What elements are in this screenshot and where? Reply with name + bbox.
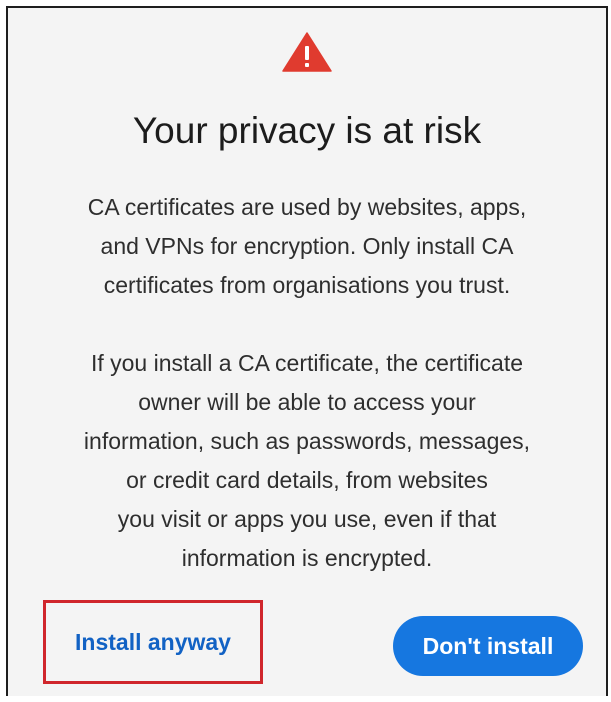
paragraph-line: CA certificates are used by websites, ap… <box>87 194 527 220</box>
install-anyway-button[interactable]: Install anyway <box>43 600 263 684</box>
dialog-title: Your privacy is at risk <box>132 110 482 151</box>
paragraph-line: If you install a CA certificate, the cer… <box>90 350 524 376</box>
paragraph-line: and VPNs for encryption. Only install CA <box>100 233 514 259</box>
paragraph-line: information, such as passwords, messages… <box>83 428 531 454</box>
privacy-warning-dialog: Your privacy is at risk CA certificates … <box>8 8 606 696</box>
paragraph-line: owner will be able to access your <box>138 389 476 415</box>
paragraph-line: certificates from organisations you trus… <box>103 272 511 298</box>
dialog-paragraph-risk: If you install a CA certificate, the cer… <box>22 344 592 578</box>
paragraph-line: information is encrypted. <box>181 545 433 571</box>
screenshot-frame: Your privacy is at risk CA certificates … <box>6 6 608 696</box>
paragraph-line: or credit card details, from websites <box>126 467 488 493</box>
dont-install-button[interactable]: Don't install <box>393 616 583 676</box>
paragraph-line: you visit or apps you use, even if that <box>117 506 497 532</box>
warning-triangle-icon <box>282 32 332 72</box>
dialog-paragraph-certificates: CA certificates are used by websites, ap… <box>22 188 592 305</box>
